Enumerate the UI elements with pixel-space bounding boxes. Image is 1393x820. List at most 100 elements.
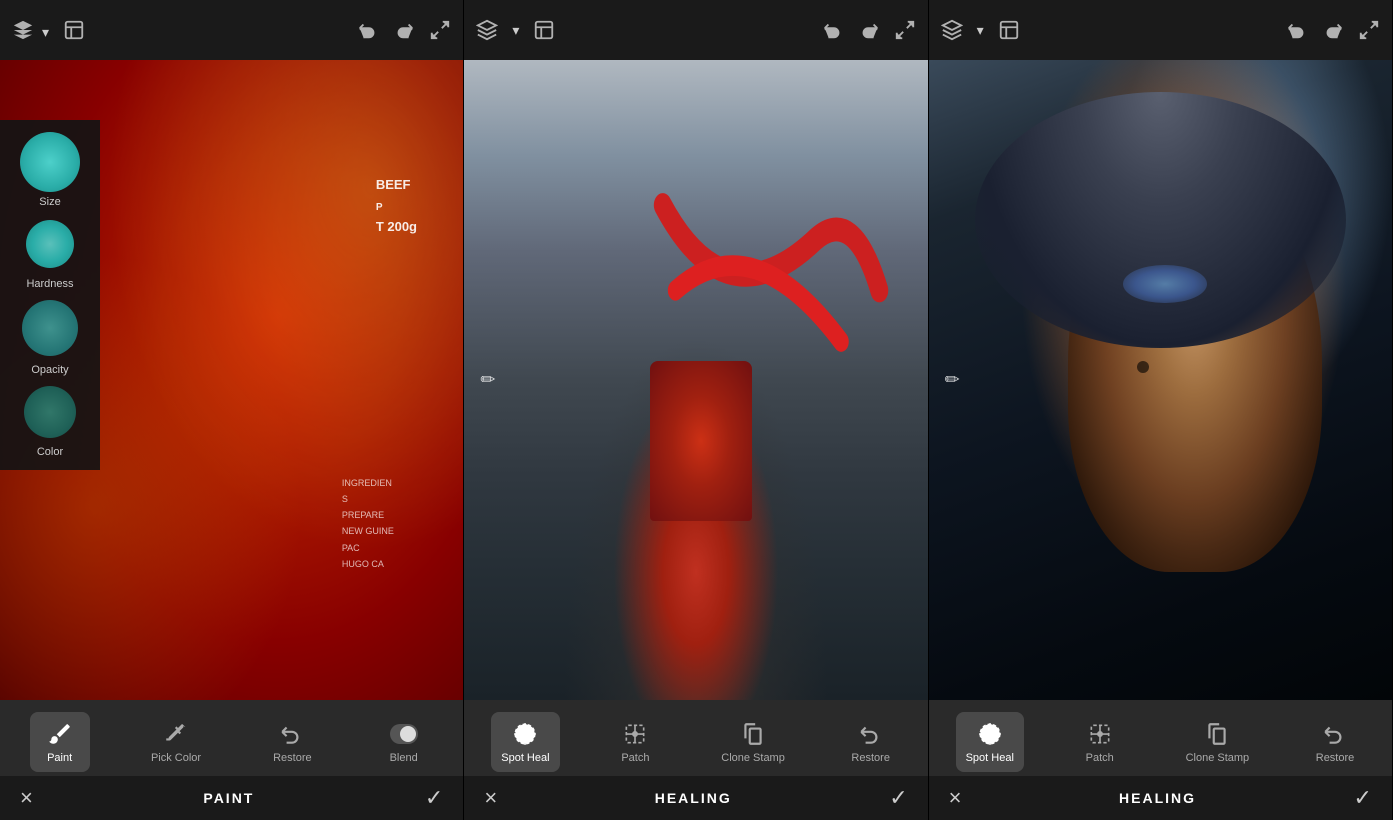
paint-tool-buttons: Paint Pick Color Restore B [0, 700, 463, 776]
blend-icon [390, 720, 418, 748]
healing2-confirm-button[interactable]: ✓ [1354, 785, 1372, 811]
restore-label-2: Restore [1316, 752, 1355, 764]
healing1-confirm-button[interactable]: ✓ [889, 785, 907, 811]
spot-heal-icon-2 [976, 720, 1004, 748]
layers-dropdown-icon-3[interactable]: ▾ [977, 22, 984, 39]
paint-tool-btn[interactable]: Paint [30, 712, 90, 772]
undo-icon[interactable] [357, 19, 379, 41]
opacity-circle [22, 300, 78, 356]
expand-icon-2[interactable] [894, 19, 916, 41]
clone-stamp-label-2: Clone Stamp [1186, 752, 1250, 764]
spot-heal-label-2: Spot Heal [966, 752, 1014, 764]
layers-icon[interactable] [12, 19, 34, 41]
clone-stamp-btn-2[interactable]: Clone Stamp [1176, 712, 1260, 772]
color-label: Color [37, 446, 63, 458]
pencil-overlay-3: ✏ [945, 370, 960, 391]
restore-tool-btn[interactable]: Restore [262, 712, 322, 772]
graffiti-overlay [650, 188, 905, 444]
healing2-bottom-bar: Spot Heal Patch [929, 700, 1392, 820]
patch-btn-2[interactable]: Patch [1070, 712, 1130, 772]
restore-tool-label: Restore [273, 752, 312, 764]
healing1-confirm-bar: × HEALING ✓ [464, 776, 927, 820]
patch-label-2: Patch [1086, 752, 1114, 764]
restore-btn-2[interactable]: Restore [1305, 712, 1365, 772]
healing2-image-area[interactable]: ✏ [929, 60, 1392, 700]
size-circle [20, 132, 80, 192]
expand-icon-3[interactable] [1358, 19, 1380, 41]
blemish-mark [1137, 361, 1149, 373]
clone-stamp-label-1: Clone Stamp [721, 752, 785, 764]
paint-toolbar: ▾ [0, 0, 463, 60]
size-brush-item: Size [10, 132, 90, 208]
undo-icon-3[interactable] [1286, 19, 1308, 41]
expand-icon[interactable] [429, 19, 451, 41]
paint-mode-title: PAINT [203, 790, 254, 806]
redo-icon-2[interactable] [858, 19, 880, 41]
opacity-brush-item: Opacity [10, 296, 90, 376]
paint-cancel-button[interactable]: × [20, 785, 33, 811]
paint-confirm-bar: × PAINT ✓ [0, 776, 463, 820]
layers-dropdown-icon-2[interactable]: ▾ [512, 22, 519, 39]
panel-healing-1: ▾ ✏ [464, 0, 928, 820]
panel-healing-2: ▾ ✏ [929, 0, 1393, 820]
paint-confirm-button[interactable]: ✓ [425, 785, 443, 811]
gallery-icon-3[interactable] [998, 19, 1020, 41]
restore-label-1: Restore [851, 752, 890, 764]
restore-icon-2 [1321, 720, 1349, 748]
hardness-circle [26, 220, 74, 268]
restore-btn-1[interactable]: Restore [841, 712, 901, 772]
hood-overlay [975, 92, 1346, 348]
patch-btn-1[interactable]: Patch [605, 712, 665, 772]
healing1-tool-buttons: Spot Heal Patch [464, 700, 927, 776]
color-circle [24, 386, 76, 438]
healing1-bottom-bar: Spot Heal Patch [464, 700, 927, 820]
brush-panel: Size Hardness Opacity Color [0, 120, 100, 470]
spot-heal-icon-1 [511, 720, 539, 748]
image-text-beef: BEEFPT 200g [376, 175, 417, 237]
patch-icon-1 [621, 720, 649, 748]
pencil-overlay-2: ✏ [480, 370, 495, 391]
healing2-mode-title: HEALING [1119, 790, 1196, 806]
undo-icon-2[interactable] [822, 19, 844, 41]
hardness-label: Hardness [26, 278, 73, 290]
layers-icon-2[interactable] [476, 19, 498, 41]
pick-color-label: Pick Color [151, 752, 201, 764]
healing1-mode-title: HEALING [655, 790, 732, 806]
healing1-toolbar: ▾ [464, 0, 927, 60]
healing2-tool-buttons: Spot Heal Patch [929, 700, 1392, 776]
spot-heal-btn-1[interactable]: Spot Heal [491, 712, 559, 772]
hardness-brush-item: Hardness [10, 214, 90, 290]
healing1-image-area[interactable]: ✏ [464, 60, 927, 700]
eyes-overlay [1123, 265, 1206, 303]
pick-color-tool-btn[interactable]: Pick Color [141, 712, 211, 772]
patch-icon-2 [1086, 720, 1114, 748]
restore-icon-1 [857, 720, 885, 748]
gallery-icon-2[interactable] [533, 19, 555, 41]
pick-color-icon [162, 720, 190, 748]
image-text-ingredients: INGREDIENSPREPARENEW GUINEPACHUGO CA [342, 475, 394, 572]
gallery-icon[interactable] [63, 19, 85, 41]
clone-stamp-icon-1 [739, 720, 767, 748]
layers-dropdown-icon[interactable]: ▾ [42, 24, 49, 41]
blend-label: Blend [390, 752, 418, 764]
paint-tool-label: Paint [47, 752, 72, 764]
paint-image-area[interactable]: BEEFPT 200g INGREDIENSPREPARENEW GUINEPA… [0, 60, 463, 700]
restore-icon [278, 720, 306, 748]
clone-stamp-icon-2 [1203, 720, 1231, 748]
clone-stamp-btn-1[interactable]: Clone Stamp [711, 712, 795, 772]
redo-icon[interactable] [393, 19, 415, 41]
healing2-confirm-bar: × HEALING ✓ [929, 776, 1392, 820]
size-label: Size [39, 196, 60, 208]
healing2-cancel-button[interactable]: × [949, 785, 962, 811]
blend-toggle[interactable] [390, 724, 418, 744]
paint-bottom-bar: Paint Pick Color Restore B [0, 700, 463, 820]
redo-icon-3[interactable] [1322, 19, 1344, 41]
layers-icon-3[interactable] [941, 19, 963, 41]
color-brush-item: Color [10, 382, 90, 458]
spot-heal-btn-2[interactable]: Spot Heal [956, 712, 1024, 772]
patch-label-1: Patch [621, 752, 649, 764]
blend-tool-btn[interactable]: Blend [374, 712, 434, 772]
paint-brush-icon [46, 720, 74, 748]
panel-paint: ▾ BEEFPT 200g INGREDIENSPREPARENEW [0, 0, 464, 820]
healing1-cancel-button[interactable]: × [484, 785, 497, 811]
